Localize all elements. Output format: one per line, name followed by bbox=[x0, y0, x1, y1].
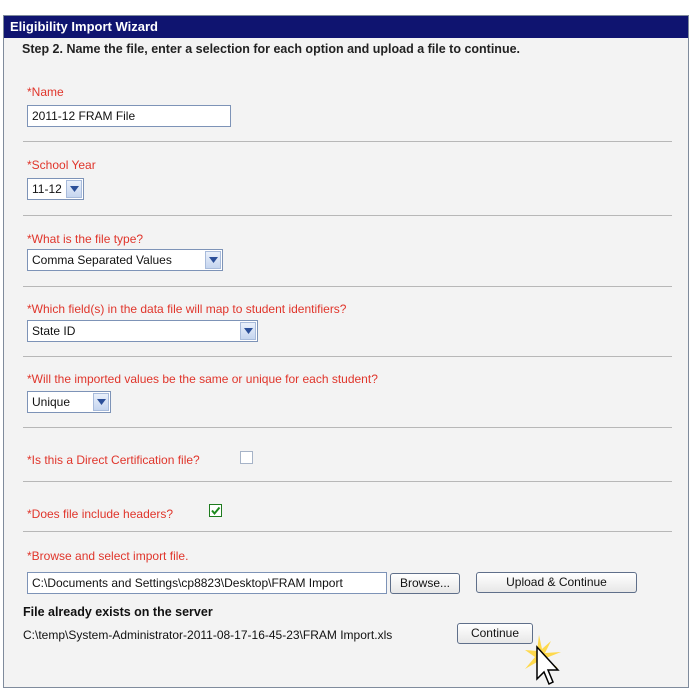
dropdown-arrow-icon bbox=[205, 251, 221, 269]
server-file-heading: File already exists on the server bbox=[23, 605, 213, 619]
school-year-value: 11-12 bbox=[32, 182, 62, 196]
import-file-label: *Browse and select import file. bbox=[27, 549, 189, 563]
identifier-map-label: *Which field(s) in the data file will ma… bbox=[27, 302, 347, 316]
value-mode-value: Unique bbox=[32, 395, 71, 409]
direct-cert-label: *Is this a Direct Certification file? bbox=[27, 453, 200, 467]
dropdown-arrow-icon bbox=[66, 180, 82, 198]
checkmark-icon bbox=[211, 506, 221, 516]
divider bbox=[23, 427, 672, 428]
divider bbox=[23, 531, 672, 532]
divider bbox=[23, 286, 672, 287]
wizard-panel: Eligibility Import Wizard Step 2. Name t… bbox=[3, 15, 689, 688]
dropdown-arrow-icon bbox=[240, 322, 256, 340]
divider bbox=[23, 481, 672, 482]
import-file-path-input[interactable]: C:\Documents and Settings\cp8823\Desktop… bbox=[27, 572, 387, 594]
school-year-label: *School Year bbox=[27, 158, 96, 172]
divider bbox=[23, 356, 672, 357]
step-instructions: Step 2. Name the file, enter a selection… bbox=[22, 42, 520, 56]
file-type-select[interactable]: Comma Separated Values bbox=[27, 249, 223, 271]
wizard-title: Eligibility Import Wizard bbox=[4, 16, 688, 38]
file-type-label: *What is the file type? bbox=[27, 232, 144, 246]
upload-continue-button[interactable]: Upload & Continue bbox=[476, 572, 637, 593]
file-type-value: Comma Separated Values bbox=[32, 253, 172, 267]
mouse-pointer-icon bbox=[525, 635, 561, 686]
headers-checkbox[interactable] bbox=[209, 504, 222, 517]
divider bbox=[23, 141, 672, 142]
browse-button[interactable]: Browse... bbox=[390, 573, 460, 594]
headers-label: *Does file include headers? bbox=[27, 507, 174, 521]
continue-button[interactable]: Continue bbox=[457, 623, 533, 644]
identifier-map-value: State ID bbox=[32, 324, 76, 338]
dropdown-arrow-icon bbox=[93, 393, 109, 411]
server-file-path: C:\temp\System-Administrator-2011-08-17-… bbox=[23, 628, 393, 642]
value-mode-label: *Will the imported values be the same or… bbox=[27, 372, 378, 386]
direct-cert-checkbox[interactable] bbox=[240, 451, 253, 464]
value-mode-select[interactable]: Unique bbox=[27, 391, 111, 413]
name-label: *Name bbox=[27, 85, 64, 99]
name-input[interactable]: 2011-12 FRAM File bbox=[27, 105, 231, 127]
divider bbox=[23, 215, 672, 216]
school-year-select[interactable]: 11-12 bbox=[27, 178, 84, 200]
identifier-map-select[interactable]: State ID bbox=[27, 320, 258, 342]
